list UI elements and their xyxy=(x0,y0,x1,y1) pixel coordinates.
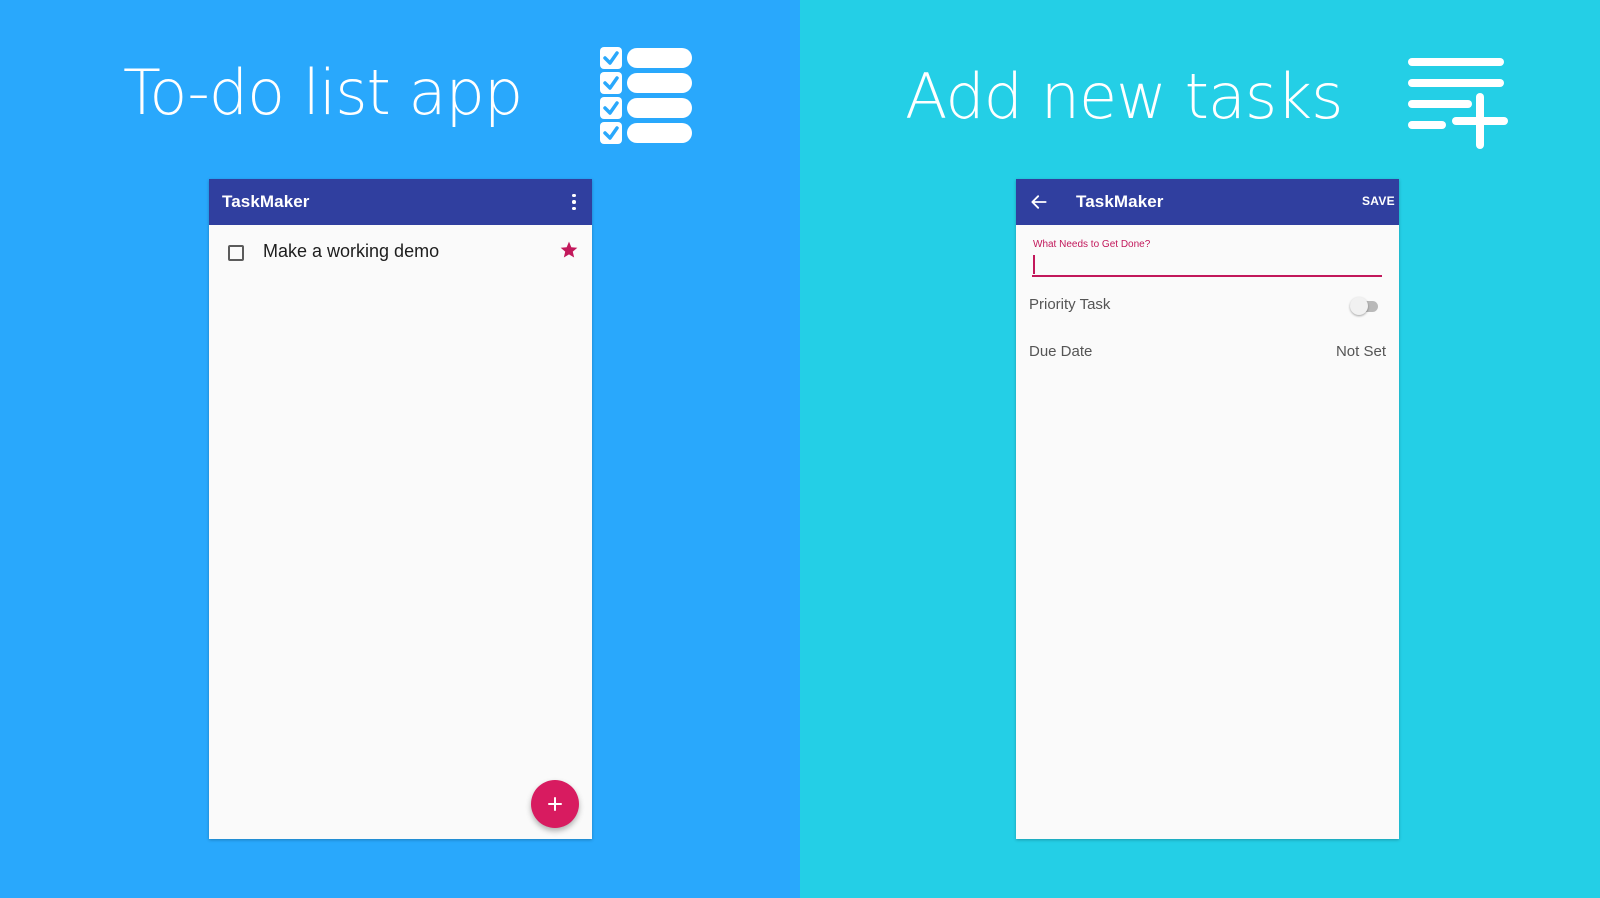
back-arrow-icon[interactable] xyxy=(1029,192,1049,212)
left-panel: To-do list app TaskMaker Make a working … xyxy=(0,0,800,898)
right-panel: Add new tasks TaskMaker SAVE What Needs … xyxy=(800,0,1600,898)
right-headline: Add new tasks xyxy=(905,60,1343,133)
task-field-label: What Needs to Get Done? xyxy=(1033,239,1151,250)
due-date-label: Due Date xyxy=(1029,343,1093,360)
text-cursor xyxy=(1033,255,1035,274)
star-icon[interactable] xyxy=(559,240,579,260)
app-bar: TaskMaker SAVE xyxy=(1016,179,1399,225)
overflow-menu-icon[interactable] xyxy=(564,190,584,214)
toggle-thumb xyxy=(1350,297,1368,315)
checklist-icon xyxy=(600,47,692,144)
task-title: Make a working demo xyxy=(263,241,440,261)
save-button[interactable]: SAVE xyxy=(1362,194,1395,208)
left-headline: To-do list app xyxy=(123,56,523,129)
task-checkbox[interactable] xyxy=(228,245,244,261)
app-title: TaskMaker xyxy=(1076,192,1164,211)
due-date-value[interactable]: Not Set xyxy=(1336,343,1386,360)
task-list-item[interactable]: Make a working demo xyxy=(209,225,592,281)
add-icon xyxy=(548,797,562,811)
app-bar: TaskMaker xyxy=(209,179,592,225)
priority-toggle[interactable] xyxy=(1350,296,1380,316)
task-input[interactable] xyxy=(1032,253,1382,277)
task-list-screen: TaskMaker Make a working demo xyxy=(209,179,592,839)
add-task-button[interactable] xyxy=(531,780,579,828)
add-task-screen: TaskMaker SAVE What Needs to Get Done? P… xyxy=(1016,179,1399,839)
priority-label: Priority Task xyxy=(1029,296,1111,313)
app-title: TaskMaker xyxy=(222,192,310,211)
playlist-add-icon xyxy=(1408,58,1508,149)
